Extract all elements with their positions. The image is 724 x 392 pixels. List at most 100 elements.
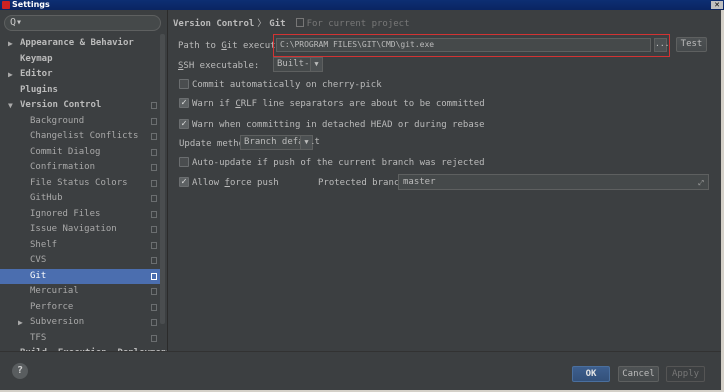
- auto-update-label: Auto-update if push of the current branc…: [192, 158, 485, 168]
- project-scope-icon: [151, 179, 157, 187]
- sidebar-item-confirmation[interactable]: Confirmation: [0, 160, 160, 176]
- browse-button[interactable]: ...: [654, 38, 669, 52]
- sidebar-item-label: Version Control: [20, 100, 102, 110]
- scope-label: For current project: [306, 19, 410, 29]
- sidebar-item-label: TFS: [30, 332, 47, 343]
- sidebar-item-mercurial[interactable]: Mercurial: [0, 284, 160, 300]
- project-scope-icon: [151, 288, 157, 295]
- project-scope-icon: [295, 18, 304, 27]
- chevron-down-icon: ▼: [300, 136, 312, 149]
- sidebar-item-label: Issue Navigation: [30, 224, 117, 234]
- update-method-select[interactable]: Branch default ▼: [240, 135, 320, 150]
- sidebar-item-label: Shelf: [30, 239, 58, 250]
- warn-crlf-prefix: Warn if: [192, 99, 236, 109]
- project-scope-icon: [151, 164, 157, 171]
- allow-force-suffix: orce push: [229, 178, 279, 188]
- sidebar-item-commit-dialog[interactable]: Commit Dialog: [0, 145, 160, 161]
- sidebar-item-label: Keymap: [20, 53, 53, 64]
- sidebar-item-label: Mercurial: [30, 286, 79, 296]
- git-path-field[interactable]: C:\PROGRAM FILES\GIT\CMD\git.exe: [276, 38, 651, 52]
- sidebar-item-cvs[interactable]: CVS: [0, 253, 160, 269]
- auto-update-checkbox[interactable]: [179, 157, 189, 167]
- project-scope-icon: [151, 226, 157, 233]
- project-scope-icon: [151, 303, 157, 311]
- allow-force-push-checkbox[interactable]: ✓: [179, 177, 189, 187]
- sidebar-item-keymap[interactable]: Keymap: [0, 52, 160, 68]
- sidebar-item-label: Editor: [20, 69, 53, 79]
- settings-search[interactable]: Q▾: [4, 15, 161, 31]
- project-scope-icon: [151, 148, 157, 156]
- sidebar-item-label: Git: [30, 270, 47, 281]
- close-window-button[interactable]: ✕: [711, 1, 723, 9]
- project-scope-icon: [151, 195, 157, 202]
- sidebar-item-git[interactable]: Git: [0, 268, 160, 284]
- breadcrumb-separator: 〉: [257, 19, 267, 29]
- protected-branches-value: master: [403, 177, 436, 187]
- window-title-bar: Settings ✕: [0, 0, 724, 10]
- breadcrumb-version-control[interactable]: Version Control: [173, 19, 254, 29]
- project-scope-icon: [151, 241, 157, 249]
- breadcrumb-git: Git: [269, 19, 286, 29]
- sidebar-item-label: Subversion: [30, 317, 85, 327]
- warn-crlf-checkbox[interactable]: ✓: [179, 98, 189, 108]
- sidebar-item-tfs[interactable]: TFS: [0, 331, 160, 347]
- warn-detached-checkbox[interactable]: ✓: [179, 119, 189, 129]
- sidebar-item-version-control[interactable]: ▼ Version Control: [0, 98, 160, 114]
- sidebar-item-label: GitHub: [30, 193, 63, 203]
- expand-icon[interactable]: ⤢: [698, 176, 704, 190]
- sidebar-item-subversion[interactable]: ▶ Subversion: [0, 315, 160, 331]
- ok-button[interactable]: OK: [572, 366, 610, 382]
- window-title: Settings: [12, 0, 50, 9]
- sidebar-item-label: File Status Colors: [30, 177, 128, 188]
- sidebar-item-github[interactable]: GitHub: [0, 191, 160, 207]
- sidebar-item-label: Background: [30, 115, 85, 126]
- commit-cherry-pick-checkbox[interactable]: [179, 79, 189, 89]
- project-scope-icon: [151, 102, 157, 109]
- git-path-label-prefix: Path to: [178, 41, 222, 51]
- sidebar-item-appearance-behavior[interactable]: ▶ Appearance & Behavior: [0, 36, 160, 52]
- sidebar-item-issue-navigation[interactable]: Issue Navigation: [0, 222, 160, 238]
- collapsed-arrow-icon[interactable]: ▶: [8, 67, 13, 83]
- sidebar-item-changelist-conflicts[interactable]: Changelist Conflicts: [0, 129, 160, 145]
- git-settings-panel: Version Control 〉 Git For current project P…: [168, 10, 721, 351]
- search-input[interactable]: [27, 17, 156, 31]
- sidebar-item-label: Appearance & Behavior: [20, 38, 134, 48]
- ssh-label-suffix: SH executable:: [183, 61, 260, 71]
- project-scope-icon: [151, 210, 157, 218]
- sidebar-item-label: Changelist Conflicts: [30, 131, 139, 141]
- ssh-executable-select[interactable]: Built-in ▼: [273, 57, 323, 72]
- git-path-highlight: C:\PROGRAM FILES\GIT\CMD\git.exe ...: [273, 34, 670, 57]
- project-scope-icon: [151, 334, 157, 342]
- commit-cherry-pick-label: Commit automatically on cherry-pick: [192, 80, 382, 90]
- sidebar-item-label: Commit Dialog: [30, 146, 101, 157]
- sidebar-item-editor[interactable]: ▶ Editor: [0, 67, 160, 83]
- project-scope-icon: [151, 133, 157, 140]
- collapsed-arrow-icon[interactable]: ▶: [18, 315, 23, 331]
- sidebar-item-perforce[interactable]: Perforce: [0, 300, 160, 316]
- sidebar-item-shelf[interactable]: Shelf: [0, 238, 160, 254]
- protected-branches-input[interactable]: master ⤢: [398, 174, 709, 190]
- project-scope-icon: [151, 117, 157, 125]
- sidebar-item-label: Confirmation: [30, 162, 96, 172]
- expanded-arrow-icon[interactable]: ▼: [8, 98, 13, 114]
- warn-crlf-label: Warn if CRLF line separators are about t…: [192, 99, 485, 109]
- ssh-label: SSH executable:: [178, 61, 259, 71]
- sidebar-item-label: CVS: [30, 255, 47, 265]
- help-button[interactable]: ?: [12, 363, 28, 379]
- apply-button[interactable]: Apply: [666, 366, 705, 382]
- project-scope-icon: [151, 319, 157, 326]
- sidebar-scrollbar[interactable]: [160, 34, 165, 324]
- app-icon: [2, 1, 10, 9]
- sidebar-item-ignored-files[interactable]: Ignored Files: [0, 207, 160, 223]
- sidebar-item-file-status-colors[interactable]: File Status Colors: [0, 176, 160, 192]
- collapsed-arrow-icon[interactable]: ▶: [8, 36, 13, 52]
- settings-sidebar: Q▾ ▶ Appearance & Behavior Keymap ▶ Editor Pl…: [0, 10, 168, 351]
- test-button[interactable]: Test: [676, 37, 707, 52]
- cancel-button[interactable]: Cancel: [618, 366, 659, 382]
- warn-crlf-suffix: RLF line separators are about to be comm…: [240, 99, 485, 109]
- sidebar-item-plugins[interactable]: Plugins: [0, 83, 160, 99]
- allow-force-prefix: Allow: [192, 178, 225, 188]
- sidebar-item-background[interactable]: Background: [0, 114, 160, 130]
- breadcrumb: Version Control 〉 Git For current project: [173, 16, 410, 29]
- chevron-down-icon: ▼: [310, 58, 322, 71]
